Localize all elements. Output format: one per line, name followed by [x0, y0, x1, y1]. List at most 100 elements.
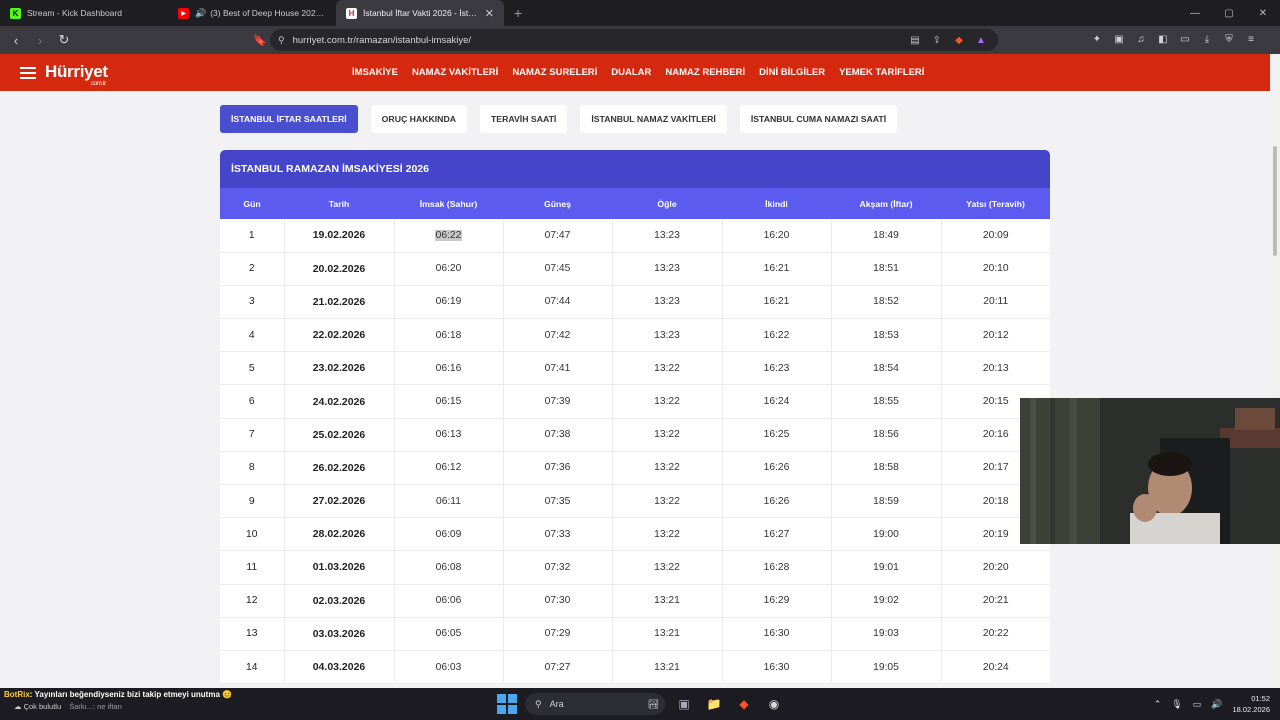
- obs-icon[interactable]: ◉: [763, 693, 785, 715]
- cell-value: 13:21: [654, 628, 680, 640]
- site-info-icon[interactable]: ⚲: [278, 35, 285, 46]
- cell-value: 02.03.2026: [312, 594, 366, 607]
- cell-value: 16:27: [763, 528, 790, 540]
- nav-namaz-vakitleri[interactable]: NAMAZ VAKİTLERİ: [412, 67, 498, 78]
- cell-value: 06:15: [435, 396, 462, 408]
- cell-ogle: 13:22: [612, 418, 723, 452]
- cell-gun: 13: [220, 617, 285, 651]
- speaker-icon[interactable]: 🔊: [195, 8, 206, 19]
- cell-value: 06:06: [435, 595, 462, 607]
- cell-value: 16:28: [763, 561, 790, 573]
- menu-icon[interactable]: ≡: [1244, 32, 1258, 46]
- minimize-icon[interactable]: —: [1178, 0, 1212, 26]
- clock[interactable]: 01:52 18.02.2026: [1232, 693, 1270, 715]
- volume-icon[interactable]: 🔊: [1211, 699, 1222, 710]
- hurriyet-logo[interactable]: Hürriyet com.tr: [45, 62, 108, 87]
- bookmark-icon[interactable]: 🔖: [250, 30, 270, 50]
- cell-value: 13:22: [654, 429, 680, 441]
- cell-ikindi: 16:21: [722, 252, 832, 286]
- cell-imsak: 06:06: [394, 584, 504, 618]
- cell-imsak: 06:16: [394, 351, 504, 386]
- wallet-icon[interactable]: ▣: [1112, 32, 1126, 46]
- nav-dualar[interactable]: DUALAR: [611, 67, 651, 78]
- cell-aksam: 18:56: [831, 418, 942, 452]
- cell-value: 07:30: [544, 595, 571, 607]
- page-content: İSTANBUL İFTAR SAATLERİ ORUÇ HAKKINDA TE…: [0, 91, 1270, 688]
- address-bar[interactable]: ⚲ hurriyet.com.tr/ramazan/istanbul-imsak…: [270, 29, 998, 51]
- share-icon[interactable]: ⇪: [930, 33, 944, 47]
- sidebar-icon[interactable]: ◧: [1156, 32, 1170, 46]
- network-icon[interactable]: ▭: [1193, 699, 1202, 710]
- cell-value: 06:18: [435, 329, 462, 341]
- page-scrollbar[interactable]: [1270, 54, 1280, 688]
- imsakiye-table-card: İSTANBUL RAMAZAN İMSAKİYESİ 2026 Gün Tar…: [220, 150, 1050, 685]
- clock-date: 18.02.2026: [1232, 705, 1270, 714]
- maximize-icon[interactable]: ▢: [1212, 0, 1246, 26]
- cell-gunes: 07:36: [503, 451, 613, 486]
- nav-yemek-tarifleri[interactable]: YEMEK TARİFLERİ: [839, 67, 924, 78]
- back-icon[interactable]: ‹: [6, 30, 26, 50]
- tab-kick[interactable]: K Stream - Kick Dashboard: [0, 0, 168, 26]
- cell-value: 16:29: [763, 595, 790, 607]
- cell-ikindi: 16:30: [722, 650, 832, 685]
- extensions-icon[interactable]: ✦: [1090, 32, 1104, 46]
- nav-namaz-rehberi[interactable]: NAMAZ REHBERİ: [665, 67, 745, 78]
- vpn-icon[interactable]: ⛨: [1222, 32, 1236, 46]
- browser-toolbar: ‹ › ↻ 🔖 ⚲ hurriyet.com.tr/ramazan/istanb…: [0, 26, 1280, 54]
- windows-start-icon[interactable]: [497, 694, 517, 714]
- forward-icon[interactable]: ›: [30, 30, 50, 50]
- search-icon: ⚲: [535, 698, 542, 709]
- cell-tarih: 19.02.2026: [284, 219, 395, 253]
- cell-aksam: 18:53: [831, 318, 942, 353]
- file-explorer-icon[interactable]: 📁: [703, 693, 725, 715]
- task-view-icon[interactable]: ▣: [673, 693, 695, 715]
- reader-icon[interactable]: ▤: [908, 33, 922, 47]
- cell-ogle: 13:21: [612, 584, 723, 618]
- tab-youtube[interactable]: ▶ 🔊 (3) Best of Deep House 2026 | Ch: [168, 0, 336, 26]
- nav-namaz-sureleri[interactable]: NAMAZ SURELERİ: [512, 67, 597, 78]
- taskbar-search[interactable]: ⚲ Ara 🏞: [525, 693, 665, 715]
- nav-dini-bilgiler[interactable]: DİNİ BİLGİLER: [759, 67, 825, 78]
- close-tab-icon[interactable]: ✕: [485, 7, 494, 20]
- reload-icon[interactable]: ↻: [54, 30, 74, 50]
- cell-value: 13:23: [654, 329, 680, 341]
- cell-imsak: 06:18: [394, 318, 504, 353]
- pill-iftar-saatleri[interactable]: İSTANBUL İFTAR SAATLERİ: [220, 105, 358, 133]
- hamburger-menu-icon[interactable]: [20, 67, 36, 82]
- cell-yatsi: 20:20: [941, 550, 1050, 585]
- cell-gun: 8: [220, 451, 285, 486]
- brave-shield-icon[interactable]: ◆: [952, 33, 966, 47]
- scrollbar-thumb[interactable]: [1273, 146, 1277, 256]
- header-ikindi: İkindi: [765, 198, 788, 209]
- cell-value: 8: [248, 462, 255, 474]
- weather-widget[interactable]: ☁ Çok bulutlu Ŝarkı...: ne iftan: [14, 702, 232, 711]
- system-tray: ⌃ 🎙 ▭ 🔊 01:52 18.02.2026: [1154, 693, 1270, 715]
- microphone-icon[interactable]: 🎙: [1171, 699, 1182, 710]
- pill-cuma-namazi[interactable]: İSTANBUL CUMA NAMAZI SAATİ: [739, 105, 898, 133]
- pill-oruc-hakkinda[interactable]: ORUÇ HAKKINDA: [370, 105, 467, 133]
- download-icon[interactable]: ⤓: [1200, 32, 1214, 46]
- brave-rewards-icon[interactable]: ▲: [974, 33, 988, 47]
- brave-browser-icon[interactable]: ◆: [733, 693, 755, 715]
- cell-value: 06:05: [435, 628, 462, 640]
- cell-value: 18:56: [873, 429, 899, 441]
- cell-value: 6: [248, 396, 255, 408]
- cell-value: 13:21: [654, 661, 680, 673]
- new-tab-button[interactable]: +: [504, 0, 532, 26]
- cell-ogle: 13:22: [612, 550, 723, 585]
- cell-value: 16:26: [763, 462, 790, 474]
- cell-value: 06:22: [434, 229, 463, 241]
- cell-gunes: 07:29: [503, 617, 613, 651]
- brave-wallet-icon[interactable]: ▭: [1178, 32, 1192, 46]
- pill-namaz-vakitleri[interactable]: İSTANBUL NAMAZ VAKİTLERİ: [580, 105, 727, 133]
- close-window-icon[interactable]: ✕: [1246, 0, 1280, 26]
- nav-imsakiye[interactable]: İMSAKİYE: [352, 67, 398, 78]
- pill-teravih-saati[interactable]: TERAVİH SAATİ: [480, 105, 568, 133]
- cell-gun: 3: [220, 285, 285, 320]
- tray-chevron-icon[interactable]: ⌃: [1154, 699, 1162, 710]
- cell-ogle: 13:21: [612, 650, 723, 685]
- bot-chat-line: BotRix: Yayınları beğendiyseniz bizi tak…: [4, 690, 232, 699]
- music-icon[interactable]: ♫: [1134, 32, 1148, 46]
- tab-hurriyet[interactable]: H İstanbul İftar Vakti 2026 - İstanbul ✕: [336, 0, 504, 26]
- cell-imsak: 06:08: [394, 550, 504, 585]
